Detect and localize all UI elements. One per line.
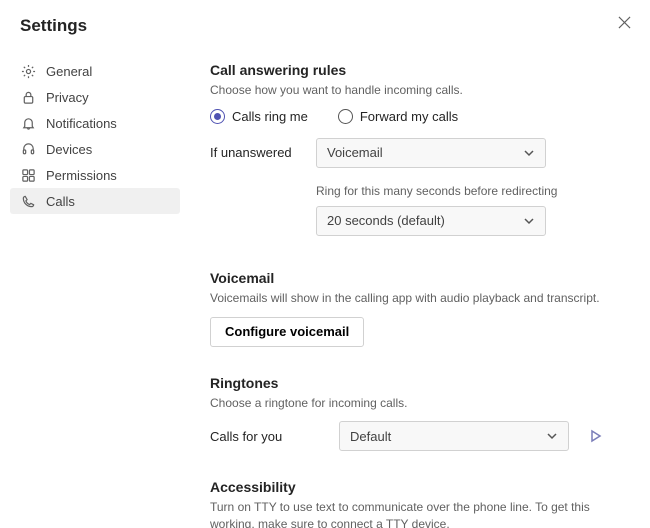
chevron-down-icon — [523, 147, 535, 159]
page-title: Settings — [20, 16, 87, 36]
sidebar-item-label: Devices — [46, 142, 92, 157]
play-icon — [588, 429, 602, 443]
chevron-down-icon — [523, 215, 535, 227]
section-heading: Ringtones — [210, 375, 630, 391]
section-desc: Choose a ringtone for incoming calls. — [210, 395, 630, 412]
play-ringtone-button[interactable] — [583, 424, 607, 448]
ring-duration-label: Ring for this many seconds before redire… — [316, 184, 630, 198]
sidebar-item-notifications[interactable]: Notifications — [10, 110, 180, 136]
select-value: Default — [350, 429, 391, 444]
grid-icon — [20, 167, 36, 183]
gear-icon — [20, 63, 36, 79]
close-button[interactable] — [614, 12, 634, 32]
sidebar-item-devices[interactable]: Devices — [10, 136, 180, 162]
phone-icon — [20, 193, 36, 209]
configure-voicemail-button[interactable]: Configure voicemail — [210, 317, 364, 347]
radio-dot-icon — [338, 109, 353, 124]
radio-forward-my-calls[interactable]: Forward my calls — [338, 109, 458, 124]
unanswered-select[interactable]: Voicemail — [316, 138, 546, 168]
sidebar-item-label: Calls — [46, 194, 75, 209]
radio-label: Calls ring me — [232, 109, 308, 124]
sidebar-item-label: Permissions — [46, 168, 117, 183]
settings-heading: Settings — [20, 16, 87, 36]
ring-duration-select[interactable]: 20 seconds (default) — [316, 206, 546, 236]
section-heading: Call answering rules — [210, 62, 630, 78]
section-desc: Turn on TTY to use text to communicate o… — [210, 499, 630, 528]
sidebar-item-privacy[interactable]: Privacy — [10, 84, 180, 110]
sidebar-item-calls[interactable]: Calls — [10, 188, 180, 214]
unanswered-label: If unanswered — [210, 145, 302, 160]
section-desc: Voicemails will show in the calling app … — [210, 290, 630, 307]
voicemail-section: Voicemail Voicemails will show in the ca… — [210, 270, 630, 347]
ringtones-section: Ringtones Choose a ringtone for incoming… — [210, 375, 630, 452]
sidebar-item-general[interactable]: General — [10, 58, 180, 84]
sidebar-item-label: Privacy — [46, 90, 89, 105]
chevron-down-icon — [546, 430, 558, 442]
radio-dot-icon — [210, 109, 225, 124]
radio-label: Forward my calls — [360, 109, 458, 124]
call-answering-section: Call answering rules Choose how you want… — [210, 62, 630, 236]
sidebar-item-permissions[interactable]: Permissions — [10, 162, 180, 188]
section-heading: Voicemail — [210, 270, 630, 286]
sidebar-item-label: Notifications — [46, 116, 117, 131]
bell-icon — [20, 115, 36, 131]
content-panel: Call answering rules Choose how you want… — [180, 50, 640, 528]
close-icon — [618, 16, 631, 29]
section-desc: Choose how you want to handle incoming c… — [210, 82, 630, 99]
lock-icon — [20, 89, 36, 105]
accessibility-section: Accessibility Turn on TTY to use text to… — [210, 479, 630, 528]
button-label: Configure voicemail — [225, 324, 349, 339]
select-value: Voicemail — [327, 145, 383, 160]
sidebar: General Privacy Notifications Devices Pe… — [10, 50, 180, 528]
headset-icon — [20, 141, 36, 157]
select-value: 20 seconds (default) — [327, 213, 445, 228]
sidebar-item-label: General — [46, 64, 92, 79]
section-heading: Accessibility — [210, 479, 630, 495]
ringtone-select[interactable]: Default — [339, 421, 569, 451]
calls-for-you-label: Calls for you — [210, 429, 325, 444]
radio-calls-ring-me[interactable]: Calls ring me — [210, 109, 308, 124]
